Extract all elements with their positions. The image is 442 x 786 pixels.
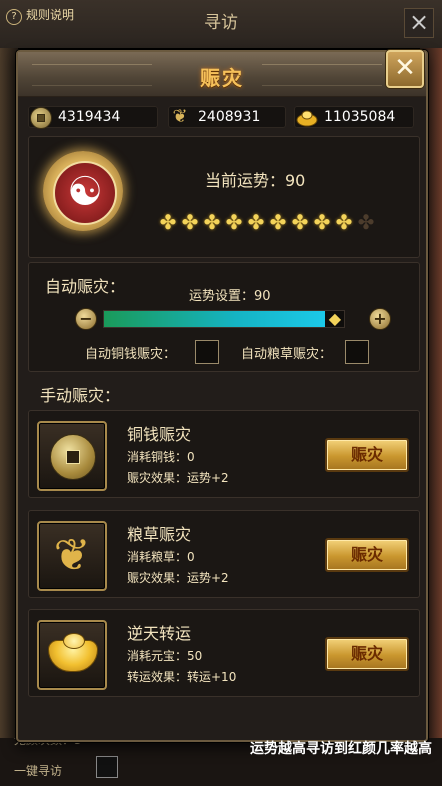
fortune-star-filled-icon: ✤: [159, 210, 177, 234]
fortune-star-filled-icon: ✤: [313, 210, 331, 234]
fortune-star-filled-icon: ✤: [335, 210, 353, 234]
copper-coin-icon: [30, 107, 52, 129]
close-button[interactable]: ✕: [386, 50, 424, 88]
auto-grain-label: 自动粮草赈灾：: [241, 347, 333, 362]
fortune-stars: ✤ ✤ ✤ ✤ ✤ ✤ ✤ ✤ ✤ ✤: [157, 212, 377, 232]
fortune-star-filled-icon: ✤: [291, 210, 309, 234]
card-title: 粮草赈灾: [127, 525, 192, 544]
copper-amount: 4319434: [58, 109, 121, 125]
background-close-button[interactable]: ×: [404, 8, 434, 38]
fortune-change-button[interactable]: 赈灾: [325, 637, 409, 671]
taiji-emblem: ☯: [43, 151, 123, 231]
copper-coin-icon: [37, 421, 107, 491]
card-effect: 转运效果：转运+10: [127, 670, 237, 684]
grain-amount: 2408931: [198, 109, 261, 125]
dialog-title: 赈灾: [200, 66, 244, 90]
fortune-setting-label: 运势设置：90: [189, 289, 271, 304]
fortune-star-filled-icon: ✤: [225, 210, 243, 234]
fortune-star-filled-icon: ✤: [269, 210, 287, 234]
copper-relief-card: 铜钱赈灾 消耗铜钱：0 赈灾效果：运势+2 赈灾: [28, 410, 420, 498]
close-icon: ✕: [394, 53, 416, 83]
fortune-star-filled-icon: ✤: [247, 210, 265, 234]
decrease-button[interactable]: −: [75, 308, 97, 330]
grain-icon: ❦: [172, 106, 188, 127]
fortune-star-empty-icon: ✤: [357, 210, 375, 234]
slider-fill: [104, 311, 325, 327]
card-effect: 赈灾效果：运势+2: [127, 471, 229, 485]
background-title: 寻访: [204, 13, 238, 33]
auto-grain-checkbox[interactable]: [345, 340, 369, 364]
grain-relief-button[interactable]: 赈灾: [325, 538, 409, 572]
gold-ingot-icon: [37, 620, 107, 690]
auto-relief-panel: 自动赈灾： 运势设置：90 − ◆ + 自动铜钱赈灾： 自动粮草赈灾：: [28, 262, 420, 372]
coin-shape: [50, 434, 96, 480]
copper-relief-button[interactable]: 赈灾: [325, 438, 409, 472]
auto-relief-title: 自动赈灾：: [45, 277, 126, 296]
card-cost: 消耗粮草：0: [127, 550, 195, 564]
card-effect: 赈灾效果：运势+2: [127, 571, 229, 585]
fortune-hint-text: 运势越高寻访到红颜几率越高: [250, 741, 432, 757]
ingot-shape: [48, 633, 98, 672]
gold-ingot-icon: [296, 107, 318, 127]
copper-currency: 4319434: [28, 106, 158, 129]
background-header: ? 规则说明 寻访 ×: [0, 0, 442, 49]
dialog-header: 赈灾 ✕: [18, 50, 426, 97]
auto-copper-checkbox[interactable]: [195, 340, 219, 364]
relief-dialog: 赈灾 ✕ 4319434 ❦ 2408931 11035084 ☯ 当前运势：9…: [16, 50, 428, 742]
yin-yang-icon: ☯: [67, 169, 103, 215]
background-one-click-label: 一键寻访: [14, 764, 63, 778]
card-cost: 消耗元宝：50: [127, 649, 203, 663]
fortune-panel: ☯ 当前运势：90 ✤ ✤ ✤ ✤ ✤ ✤ ✤ ✤ ✤ ✤: [28, 136, 420, 258]
fortune-star-filled-icon: ✤: [181, 210, 199, 234]
card-cost: 消耗铜钱：0: [127, 450, 195, 464]
ingot-amount: 11035084: [324, 109, 396, 125]
grain-currency: ❦ 2408931: [168, 106, 286, 128]
currency-bar: 4319434 ❦ 2408931 11035084: [28, 106, 418, 129]
manual-relief-title: 手动赈灾：: [40, 386, 121, 405]
grain-icon: ❦: [37, 521, 107, 591]
fortune-star-filled-icon: ✤: [203, 210, 221, 234]
fortune-change-card: 逆天转运 消耗元宝：50 转运效果：转运+10 赈灾: [28, 609, 420, 697]
taiji-disc: ☯: [53, 161, 117, 225]
card-title: 铜钱赈灾: [127, 425, 192, 444]
auto-copper-label: 自动铜钱赈灾：: [85, 347, 177, 362]
grain-relief-card: ❦ 粮草赈灾 消耗粮草：0 赈灾效果：运势+2 赈灾: [28, 510, 420, 598]
grain-shape: ❦: [53, 530, 91, 581]
fortune-slider[interactable]: ◆: [103, 309, 345, 329]
card-title: 逆天转运: [127, 624, 192, 643]
increase-button[interactable]: +: [369, 308, 391, 330]
background-one-click-checkbox[interactable]: [96, 756, 118, 778]
ingot-currency: 11035084: [294, 106, 414, 128]
current-fortune: 当前运势：90: [205, 171, 306, 190]
slider-handle[interactable]: ◆: [329, 309, 341, 329]
